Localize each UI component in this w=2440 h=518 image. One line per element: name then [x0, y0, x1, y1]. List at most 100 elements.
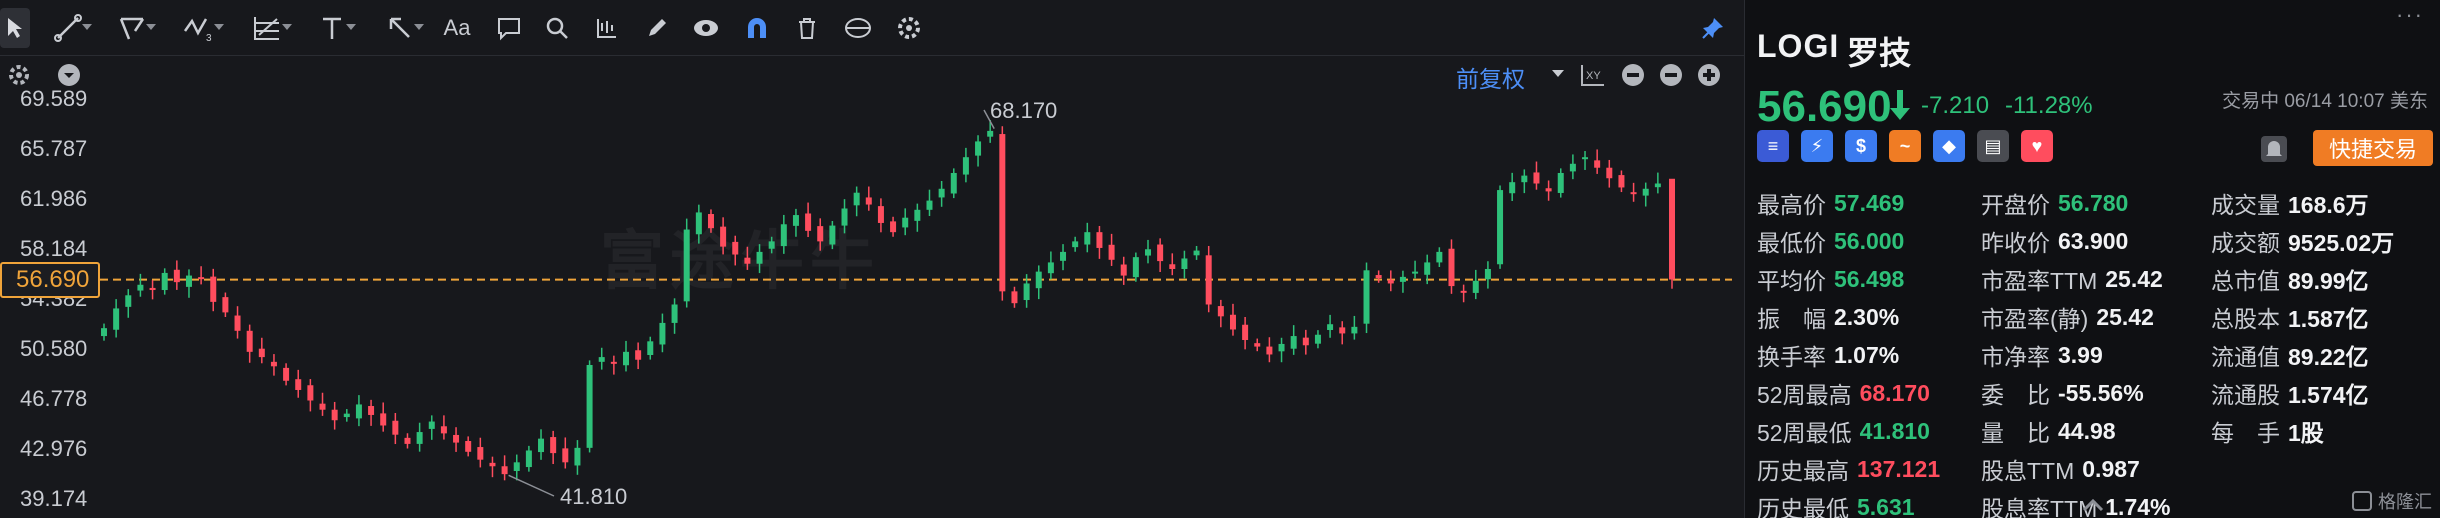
candle-body: [938, 188, 945, 198]
stat-value: 68.170: [1859, 379, 1930, 406]
stat-row: 市盈率(静) 25.42: [1981, 298, 2170, 336]
stat-row: 量 比 44.98: [1981, 412, 2170, 450]
candle-body: [1290, 336, 1297, 349]
candle-body: [865, 197, 872, 205]
candle-body: [1484, 268, 1491, 280]
candle-body: [380, 413, 387, 426]
lightning-icon[interactable]: ⚡: [1801, 130, 1833, 162]
candle-body: [1569, 163, 1576, 172]
candle-body: [125, 295, 132, 307]
expand-chevron-icon[interactable]: [2081, 498, 2105, 517]
tag-icon[interactable]: ◆: [1933, 130, 1965, 162]
stat-row: 最低价 56.000: [1757, 222, 1940, 260]
candle-body: [720, 226, 727, 247]
chart-panel[interactable]: 3 Aa XY 前复权 富途牛牛 69.589 65.787 61.986 58…: [0, 0, 1744, 518]
candle-body: [574, 447, 581, 466]
stat-value: 2.30%: [1834, 303, 1900, 330]
candle-body: [1654, 183, 1661, 188]
candle-body: [1436, 251, 1443, 263]
stat-label: 委 比: [1981, 382, 2050, 408]
stat-label: 总股本: [2211, 306, 2280, 332]
candle-body: [331, 409, 338, 421]
candle-body: [1339, 327, 1346, 334]
candle-body: [1448, 248, 1455, 287]
candle-body: [525, 450, 532, 468]
stat-row: 昨收价 63.900: [1981, 222, 2170, 260]
candle-body: [355, 404, 362, 419]
us-flag-icon[interactable]: ≡: [1757, 130, 1789, 162]
dollar-icon[interactable]: $: [1845, 130, 1877, 162]
stat-label: 流通股: [2211, 382, 2280, 408]
candlestick-plot[interactable]: [0, 0, 1744, 518]
trend-icon[interactable]: ~: [1889, 130, 1921, 162]
stat-label: 历史最低: [1757, 496, 1849, 518]
period-high-label: 68.170: [990, 98, 1058, 123]
stat-row: 平均价 56.498: [1757, 260, 1940, 298]
candle-body: [1217, 306, 1224, 317]
candle-body: [999, 134, 1006, 292]
stat-value: 137.121: [1857, 455, 1941, 482]
quick-trade-button[interactable]: 快捷交易: [2313, 130, 2433, 166]
candle-body: [962, 157, 969, 175]
candle-body: [623, 351, 629, 366]
stat-value: 25.42: [2105, 265, 2163, 292]
candle-body: [368, 406, 375, 415]
more-menu-icon[interactable]: ···: [2396, 2, 2424, 28]
candle-body: [1181, 258, 1188, 269]
candle-body: [853, 192, 860, 206]
candle-body: [489, 462, 496, 467]
stat-row: 最高价 57.469: [1757, 184, 1940, 222]
candle-body: [453, 434, 460, 443]
stat-label: 成交量: [2211, 192, 2280, 218]
stat-row: 历史最低 5.631: [1757, 488, 1940, 518]
candle-body: [1351, 326, 1358, 334]
candle-body: [210, 276, 217, 302]
stat-label: 市净率: [1981, 344, 2050, 370]
price-axis-tick: 42.976: [20, 436, 88, 461]
stat-value: 9525.02万: [2288, 230, 2395, 256]
candle-body: [1157, 244, 1164, 262]
stat-label: 平均价: [1757, 268, 1826, 294]
candle-body: [890, 221, 897, 233]
stat-label: 量 比: [1981, 420, 2050, 446]
stat-row: 历史最高 137.121: [1757, 450, 1940, 488]
last-price: 56.690: [1757, 82, 1892, 131]
candle-body: [1497, 190, 1504, 265]
price-axis-tick: 46.778: [20, 386, 88, 411]
candle-body: [1630, 192, 1637, 195]
candle-body: [586, 364, 593, 448]
candle-body: [744, 257, 751, 264]
price-axis-tick: 69.589: [20, 86, 88, 111]
stat-value: -55.56%: [2058, 379, 2144, 406]
stat-row: 市净率 3.99: [1981, 336, 2170, 374]
stat-label: 股息TTM: [1981, 458, 2075, 484]
ticker-symbol: LOGI: [1757, 28, 1840, 64]
candle-body: [598, 357, 605, 362]
price-axis-tick: 39.174: [20, 486, 88, 511]
candle-body: [101, 328, 107, 337]
stat-value: 41.810: [1859, 417, 1930, 444]
candle-body: [1509, 182, 1516, 194]
document-icon[interactable]: ▤: [1977, 130, 2009, 162]
candle-body: [550, 437, 557, 454]
candle-body: [1266, 346, 1273, 355]
stat-row: 成交量 168.6万: [2211, 184, 2394, 222]
stat-value: 89.99亿: [2288, 268, 2369, 294]
candle-body: [659, 322, 666, 345]
stat-label: 总市值: [2211, 268, 2280, 294]
stat-value: 0.987: [2082, 455, 2140, 482]
candle-body: [513, 462, 520, 471]
candle-body: [1011, 291, 1018, 304]
heart-icon[interactable]: ♥: [2021, 130, 2053, 162]
candle-body: [635, 350, 642, 360]
candle-body: [1387, 279, 1394, 284]
stat-label: 52周最低: [1757, 420, 1852, 446]
alert-bell-icon[interactable]: [2261, 136, 2287, 162]
candle-body: [829, 225, 836, 245]
brand-logo-icon: [2352, 491, 2372, 511]
candle-body: [950, 172, 957, 194]
brand-watermark: 格隆汇: [2352, 488, 2432, 514]
candle-body: [987, 130, 994, 137]
candle-body: [1533, 172, 1540, 184]
stat-label: 最低价: [1757, 230, 1826, 256]
